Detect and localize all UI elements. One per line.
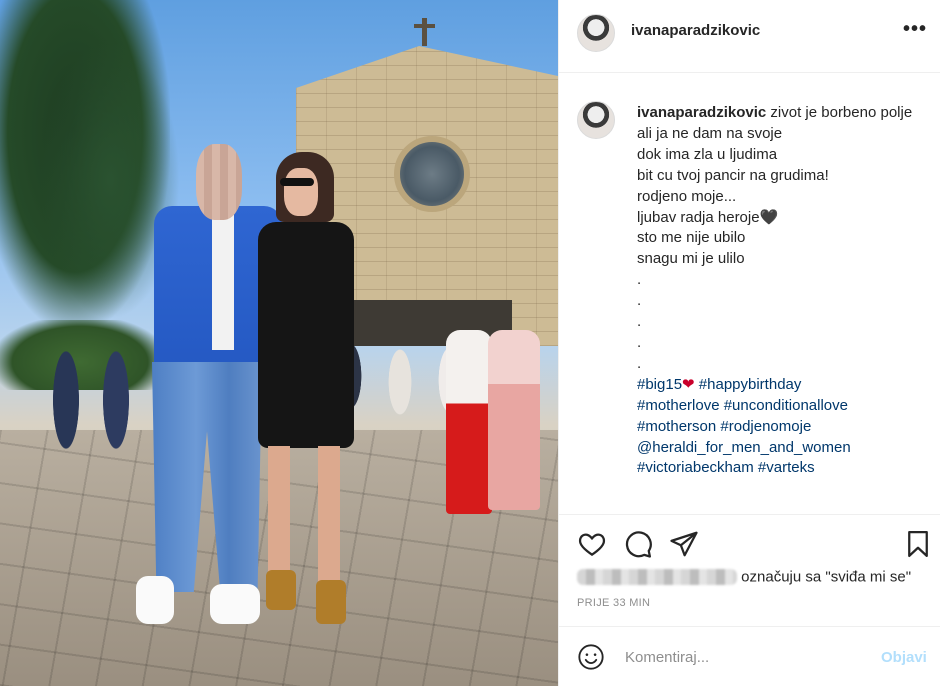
caption-dot: .: [637, 271, 642, 289]
avatar[interactable]: [577, 14, 615, 52]
photo-cross: [414, 24, 435, 28]
gold-heel: [266, 570, 296, 610]
white-sneaker: [136, 576, 174, 624]
mention-row: @heraldi_for_men_and_women: [637, 438, 927, 459]
caption-line: ali ja ne dam na svoje: [637, 124, 783, 142]
caption-dot: .: [637, 333, 642, 351]
hashtag-link[interactable]: #victoriabeckham: [637, 459, 754, 476]
hashtag-link[interactable]: #big15: [637, 376, 682, 393]
black-dress: [258, 222, 354, 448]
likes-text: označuju sa "sviđa mi se": [741, 568, 912, 586]
caption-line-text: ljubav radja heroje: [637, 208, 760, 226]
legs: [268, 446, 348, 586]
blurred-liker-names: [577, 569, 737, 586]
comment-input[interactable]: Komentiraj...: [625, 649, 845, 666]
likes-summary[interactable]: označuju sa "sviđa mi se": [577, 568, 927, 590]
caption-line-heroje: ljubav radja heroje🖤: [637, 208, 927, 229]
post-author-username[interactable]: ivanaparadzikovic: [631, 22, 760, 39]
caption-dot: .: [637, 313, 642, 331]
hashtag-link[interactable]: #rodjenomoje: [720, 418, 811, 435]
hashtag-link[interactable]: #unconditionallove: [724, 397, 848, 414]
instagram-post-modal: ivanaparadzikovic ••• ivanaparadzikovic …: [0, 0, 940, 686]
more-options-icon[interactable]: •••: [903, 18, 927, 41]
caption-line: dok ima zla u ljudima: [637, 145, 778, 163]
post-header: ivanaparadzikovic •••: [559, 0, 940, 73]
bookmark-icon[interactable]: [903, 529, 933, 559]
gold-heel: [316, 580, 346, 624]
emoji-icon[interactable]: [577, 643, 605, 671]
red-heart-icon: ❤: [682, 375, 695, 393]
post-photo[interactable]: [0, 0, 558, 686]
photo-person-red: [446, 330, 492, 514]
photo-person-pink: [488, 330, 540, 510]
share-icon[interactable]: [669, 529, 699, 559]
photo-cross: [422, 18, 427, 46]
caption-first-line: zivot je borbeno polje: [766, 104, 913, 121]
hashtag-link[interactable]: #motherson: [637, 418, 716, 435]
hashtag-row: #motherlove #unconditionallove: [637, 396, 927, 417]
hashtag-link[interactable]: #happybirthday: [699, 376, 802, 393]
avatar[interactable]: [577, 101, 615, 139]
caption-section: ivanaparadzikovic zivot je borbeno polje…: [559, 73, 940, 513]
post-actions: [559, 514, 940, 571]
comment-composer: Komentiraj... Objavi: [559, 626, 940, 687]
heart-icon[interactable]: [577, 529, 607, 559]
hashtag-row: #big15❤ #happybirthday: [637, 375, 927, 396]
white-shirt: [212, 210, 234, 350]
post-comment-button[interactable]: Objavi: [881, 649, 927, 666]
post-caption: ivanaparadzikovic zivot je borbeno polje…: [637, 103, 927, 485]
caption-cutoff: [637, 479, 927, 485]
caption-line: snagu mi je ulilo: [637, 250, 745, 268]
blurred-face: [196, 144, 242, 220]
caption-dot: .: [637, 292, 642, 310]
caption-line: sto me nije ubilo: [637, 229, 746, 247]
photo-woman-black-dress: [250, 150, 360, 630]
sunglasses: [280, 178, 314, 186]
comment-icon[interactable]: [623, 529, 653, 559]
caption-dot: .: [637, 354, 642, 372]
hashtag-row: #motherson #rodjenomoje: [637, 417, 927, 438]
black-heart-icon: 🖤: [759, 208, 779, 226]
caption-line: rodjeno moje...: [637, 187, 737, 205]
jeans: [152, 362, 262, 592]
post-timestamp[interactable]: PRIJE 33 MIN: [577, 597, 650, 609]
post-details-panel: ivanaparadzikovic ••• ivanaparadzikovic …: [558, 0, 940, 686]
caption-line: bit cu tvoj pancir na grudima!: [637, 166, 829, 184]
hashtag-row: #victoriabeckham #varteks: [637, 458, 927, 479]
hashtag-link[interactable]: #varteks: [758, 459, 815, 476]
hashtag-link[interactable]: #motherlove: [637, 397, 720, 414]
photo-rose-window: [394, 136, 470, 212]
mention-link[interactable]: @heraldi_for_men_and_women: [637, 439, 851, 456]
caption-username[interactable]: ivanaparadzikovic: [637, 104, 766, 121]
face: [284, 168, 318, 216]
